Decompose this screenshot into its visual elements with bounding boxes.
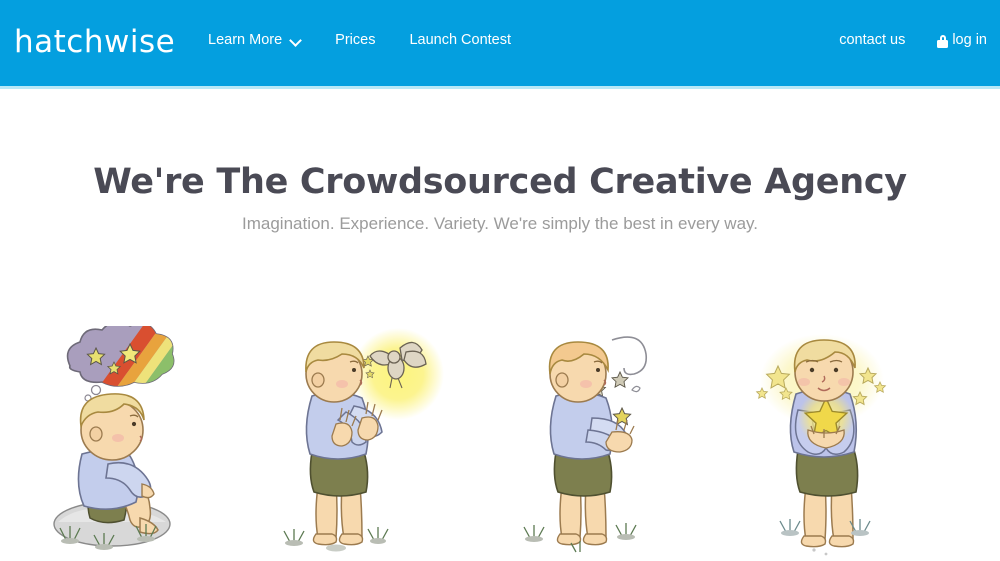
page-subtitle: Imagination. Experience. Variety. We're … xyxy=(242,214,758,233)
illustration-boy-holding-glowing-star xyxy=(750,326,1000,561)
nav-item-learn-more-label: Learn More xyxy=(208,32,283,48)
header-underline xyxy=(0,86,1000,89)
site-logo[interactable]: hatchwise xyxy=(14,22,175,62)
illustration-boy-reaching-for-glowing-fairy xyxy=(250,326,500,561)
nav-item-log-in-label: log in xyxy=(952,32,987,48)
nav-item-prices[interactable]: Prices xyxy=(335,30,375,50)
illustration-boy-cupping-hands-with-floating-stars xyxy=(500,326,750,561)
page-root: hatchwise Learn More Prices Launch Conte… xyxy=(0,0,1000,561)
illustration-row xyxy=(0,326,1000,561)
chevron-down-icon xyxy=(291,35,301,45)
primary-navigation: Learn More Prices Launch Contest xyxy=(208,30,511,50)
secondary-navigation: contact us log in xyxy=(839,30,987,50)
page-title: We're The Crowdsourced Creative Agency xyxy=(93,162,907,202)
nav-item-launch-contest[interactable]: Launch Contest xyxy=(409,30,511,50)
illustration-boy-sitting-on-rock-with-rainbow-thought-cloud xyxy=(0,326,250,561)
lock-icon xyxy=(937,34,949,48)
nav-item-learn-more[interactable]: Learn More xyxy=(208,30,301,50)
hero-section: We're The Crowdsourced Creative Agency I… xyxy=(0,160,1000,236)
nav-item-contact-us[interactable]: contact us xyxy=(839,30,905,50)
site-header: hatchwise Learn More Prices Launch Conte… xyxy=(0,0,1000,86)
nav-item-log-in[interactable]: log in xyxy=(937,30,987,50)
